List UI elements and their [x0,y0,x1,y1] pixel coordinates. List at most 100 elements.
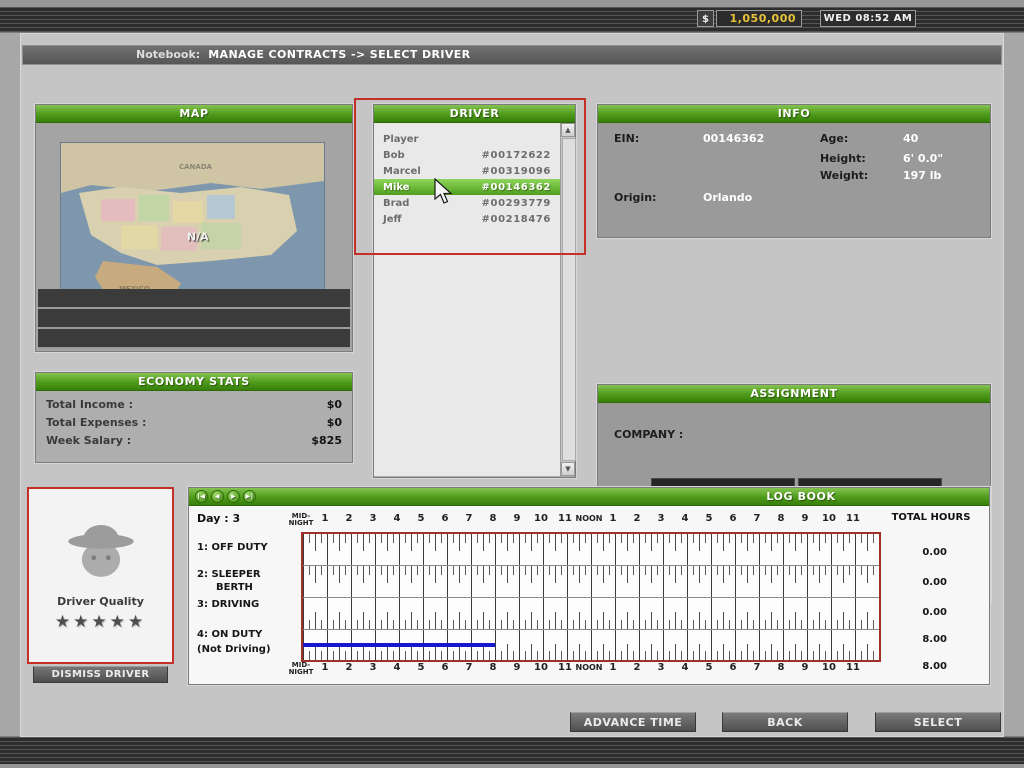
log-row-on-duty [303,630,879,660]
logbook-panel-header: |◀ ◀ ▶ ▶| LOG BOOK [189,488,989,506]
economy-panel: ECONOMY STATS Total Income : $0 Total Ex… [35,372,353,463]
age-label: Age: [820,132,848,145]
scroll-up-icon[interactable]: ▲ [561,123,575,137]
dismiss-driver-button[interactable]: DISMISS DRIVER [33,666,168,683]
prev-day-button[interactable]: ◀ [211,490,224,503]
logbook-nav: |◀ ◀ ▶ ▶| [195,490,256,503]
cash-display: 1,050,000 [716,10,802,27]
notebook-header-bar: Notebook:MANAGE CONTRACTS -> SELECT DRIV… [22,45,1002,65]
hour-label: 3 [370,511,377,527]
hour-label: 4 [682,511,689,527]
hour-label: 6 [730,511,737,527]
hour-label: MID- NIGHT [289,513,314,527]
row-label: 3: DRIVING [197,599,259,610]
driver-row[interactable]: Brad #00293779 [374,195,560,211]
select-button[interactable]: SELECT [875,712,1001,732]
row-label: 1: OFF DUTY [197,542,268,553]
grand-total: 8.00 [887,661,947,672]
driver-row[interactable]: Marcel #00319096 [374,163,560,179]
row-label: 2: SLEEPER [197,569,261,580]
hour-label: 9 [514,660,521,676]
hour-label: 5 [418,511,425,527]
map-panel: MAP CANADA MEXICO N/A [35,104,353,352]
next-day-button[interactable]: ▶ [227,490,240,503]
hour-label: 6 [442,511,449,527]
log-row-off-duty [303,534,879,566]
economy-stat-row: Total Expenses : $0 [46,416,342,434]
driver-row[interactable]: Player [374,131,560,147]
hour-label: 2 [346,660,353,676]
total-hours-header: TOTAL HOURS [879,512,983,523]
hour-label: 11 [558,511,572,527]
hour-label: 9 [802,511,809,527]
quality-panel: Driver Quality ★★★★★ [27,487,174,664]
hour-label: 8 [778,660,785,676]
economy-stat-label: Total Expenses : [46,416,146,434]
advance-time-button[interactable]: ADVANCE TIME [570,712,696,732]
hour-label: 4 [394,660,401,676]
hour-label: 8 [490,511,497,527]
hour-label: 10 [534,511,548,527]
on-duty-line [303,643,495,647]
hour-label: 6 [442,660,449,676]
datetime-display: WED 08:52 AM [820,10,916,27]
economy-stat-row: Week Salary : $825 [46,434,342,452]
day-label: Day : 3 [197,512,240,525]
driver-name: Mike [383,182,410,193]
hour-label: NOON [576,660,603,676]
hour-label: 4 [394,511,401,527]
scroll-down-icon[interactable]: ▼ [561,462,575,476]
hour-label: 5 [706,511,713,527]
hour-label: 3 [370,660,377,676]
driver-row-selected[interactable]: Mike #00146362 [374,179,560,195]
driver-name: Jeff [383,214,402,225]
currency-icon: $ [697,10,714,27]
scrollbar-thumb[interactable] [562,138,576,461]
map-label-canada: CANADA [179,163,213,171]
hour-label: NOON [576,511,603,527]
row-total: 0.00 [887,547,947,558]
driver-panel-header: DRIVER [374,105,575,123]
hour-label: 2 [634,511,641,527]
driver-panel: DRIVER Player Bob #00172622 Marcel #0031… [373,104,576,478]
hour-label: 5 [706,660,713,676]
last-day-button[interactable]: ▶| [243,490,256,503]
hour-label: 4 [682,660,689,676]
hour-label: 7 [466,660,473,676]
driver-name: Marcel [383,166,421,177]
bottom-ridge-band [0,736,1024,764]
economy-body: Total Income : $0 Total Expenses : $0 We… [36,391,352,456]
page-title: MANAGE CONTRACTS -> SELECT DRIVER [208,48,470,61]
info-panel-header: INFO [598,105,990,123]
height-value: 6' 0.0" [903,152,943,165]
hour-label: 2 [346,511,353,527]
age-value: 40 [903,132,918,145]
hour-label: 10 [534,660,548,676]
hour-label: 8 [490,660,497,676]
driver-id: #00146362 [482,182,551,193]
economy-stat-value: $825 [311,434,342,452]
driver-row[interactable]: Bob #00172622 [374,147,560,163]
first-day-button[interactable]: |◀ [195,490,208,503]
hour-label: 6 [730,660,737,676]
back-button[interactable]: BACK [722,712,848,732]
ein-value: 00146362 [703,132,764,145]
driver-list-scrollbar[interactable]: ▲ ▼ [560,123,575,476]
driver-row[interactable]: Jeff #00218476 [374,211,560,227]
driver-id: #00172622 [482,150,551,161]
hour-label: 9 [514,511,521,527]
company-label: COMPANY : [614,428,683,441]
origin-value: Orlando [703,191,752,204]
hour-label: 3 [658,660,665,676]
map-body: CANADA MEXICO N/A [36,123,352,351]
hour-label: 7 [754,511,761,527]
ein-label: EIN: [614,132,639,145]
info-panel: INFO EIN: 00146362 Age: 40 Height: 6' 0.… [597,104,991,238]
log-row-sleeper [303,566,879,598]
height-label: Height: [820,152,866,165]
hour-label: 8 [778,511,785,527]
driver-quality-stars: ★★★★★ [29,612,172,632]
economy-stat-label: Total Income : [46,398,133,416]
hour-label: 1 [322,511,329,527]
weight-label: Weight: [820,169,868,182]
